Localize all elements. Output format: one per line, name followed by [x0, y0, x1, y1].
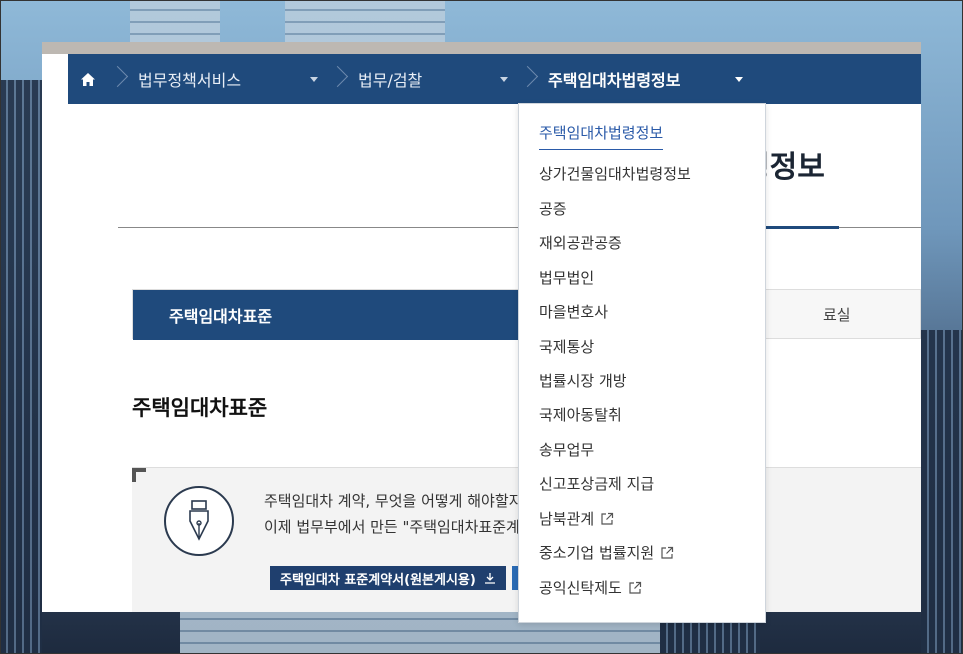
- pen-nib-icon: [189, 500, 209, 541]
- corner-accent: [132, 468, 146, 482]
- menu-item-public-trust[interactable]: 공익신탁제도: [539, 577, 642, 598]
- chevron-down-icon: [500, 76, 508, 82]
- section-title: 주택임대차표준: [132, 396, 268, 420]
- menu-item-label: 송무업무: [539, 441, 595, 459]
- top-strip: [42, 42, 921, 54]
- menu-item-label: 국제아동탈취: [539, 406, 622, 424]
- menu-item-legal-market-opening[interactable]: 법률시장 개방: [539, 370, 627, 391]
- chevron-down-icon: [735, 76, 743, 82]
- menu-item-reward-payment[interactable]: 신고포상금제 지급: [539, 473, 654, 494]
- external-link-icon: [601, 512, 614, 525]
- nav-item-label: 법무/검찰: [358, 71, 423, 90]
- menu-item-label: 국제통상: [539, 338, 595, 356]
- menu-item-label: 법률시장 개방: [539, 372, 627, 390]
- menu-item-label: 신고포상금제 지급: [539, 475, 655, 493]
- breadcrumb-dropdown-menu: 주택임대차법령정보 상가건물임대차법령정보 공증 재외공관공증 법무법인 마을변…: [518, 103, 766, 623]
- breadcrumb-navbar: 법무정책서비스 법무/검찰 주택임대차법령정보: [68, 54, 921, 104]
- menu-item-village-lawyer[interactable]: 마을변호사: [539, 301, 608, 322]
- tab-housing-lease-standard[interactable]: 주택임대차표준: [133, 290, 523, 340]
- breadcrumb-separator: [108, 54, 128, 104]
- breadcrumb-separator: [518, 54, 538, 104]
- menu-item-overseas-notarization[interactable]: 재외공관공증: [539, 232, 622, 253]
- info-text-line: 주택임대차 계약, 무엇을 어떻게 해야할지: [264, 492, 523, 510]
- nav-item-label: 주택임대차법령정보: [548, 71, 681, 90]
- menu-item-label: 재외공관공증: [539, 234, 622, 252]
- external-link-icon: [661, 546, 674, 559]
- download-icon: [484, 573, 495, 584]
- menu-item-commercial-lease-law[interactable]: 상가건물임대차법령정보: [539, 163, 691, 184]
- home-icon: [81, 72, 95, 86]
- menu-item-label: 공증: [539, 200, 567, 218]
- nav-item-housing-lease-law[interactable]: 주택임대차법령정보: [538, 54, 753, 104]
- menu-item-label: 상가건물임대차법령정보: [539, 165, 691, 183]
- web-page: 법무정책서비스 법무/검찰 주택임대차법령정보 령정보 주택임대차표준 료실 주…: [42, 42, 921, 612]
- menu-item-sme-legal-support[interactable]: 중소기업 법률지원: [539, 542, 674, 563]
- info-text-line: 이제 법무부에서 만든 "주택임대차표준계: [264, 518, 520, 536]
- home-button[interactable]: [68, 54, 108, 104]
- nav-item-label: 법무정책서비스: [138, 71, 242, 90]
- tab-resources[interactable]: 료실: [823, 304, 851, 325]
- menu-item-litigation-affairs[interactable]: 송무업무: [539, 439, 594, 460]
- menu-item-label: 공익신탁제도: [539, 579, 622, 597]
- menu-item-child-abduction[interactable]: 국제아동탈취: [539, 404, 622, 425]
- menu-item-international-trade[interactable]: 국제통상: [539, 336, 594, 357]
- menu-item-inter-korean-relations[interactable]: 남북관계: [539, 508, 614, 529]
- menu-item-label: 마을변호사: [539, 303, 609, 321]
- chevron-down-icon: [310, 76, 318, 82]
- menu-item-label: 남북관계: [539, 510, 595, 528]
- fountain-pen-icon: [164, 486, 234, 556]
- nav-item-justice-prosecution[interactable]: 법무/검찰: [348, 54, 518, 104]
- external-link-icon: [629, 581, 641, 594]
- breadcrumb-separator: [328, 54, 348, 104]
- download-button[interactable]: 주택임대차 표준계약서(원본게시용): [270, 566, 506, 590]
- menu-item-notarization[interactable]: 공증: [539, 198, 567, 219]
- menu-item-housing-lease-law[interactable]: 주택임대차법령정보: [539, 122, 664, 150]
- menu-item-label: 중소기업 법률지원: [539, 544, 655, 562]
- download-label: 주택임대차 표준계약서(원본게시용): [280, 572, 476, 588]
- menu-item-label: 법무법인: [539, 269, 595, 287]
- nav-item-legal-policy-services[interactable]: 법무정책서비스: [128, 54, 328, 104]
- menu-item-label: 주택임대차법령정보: [539, 124, 664, 142]
- menu-item-law-firms[interactable]: 법무법인: [539, 267, 594, 288]
